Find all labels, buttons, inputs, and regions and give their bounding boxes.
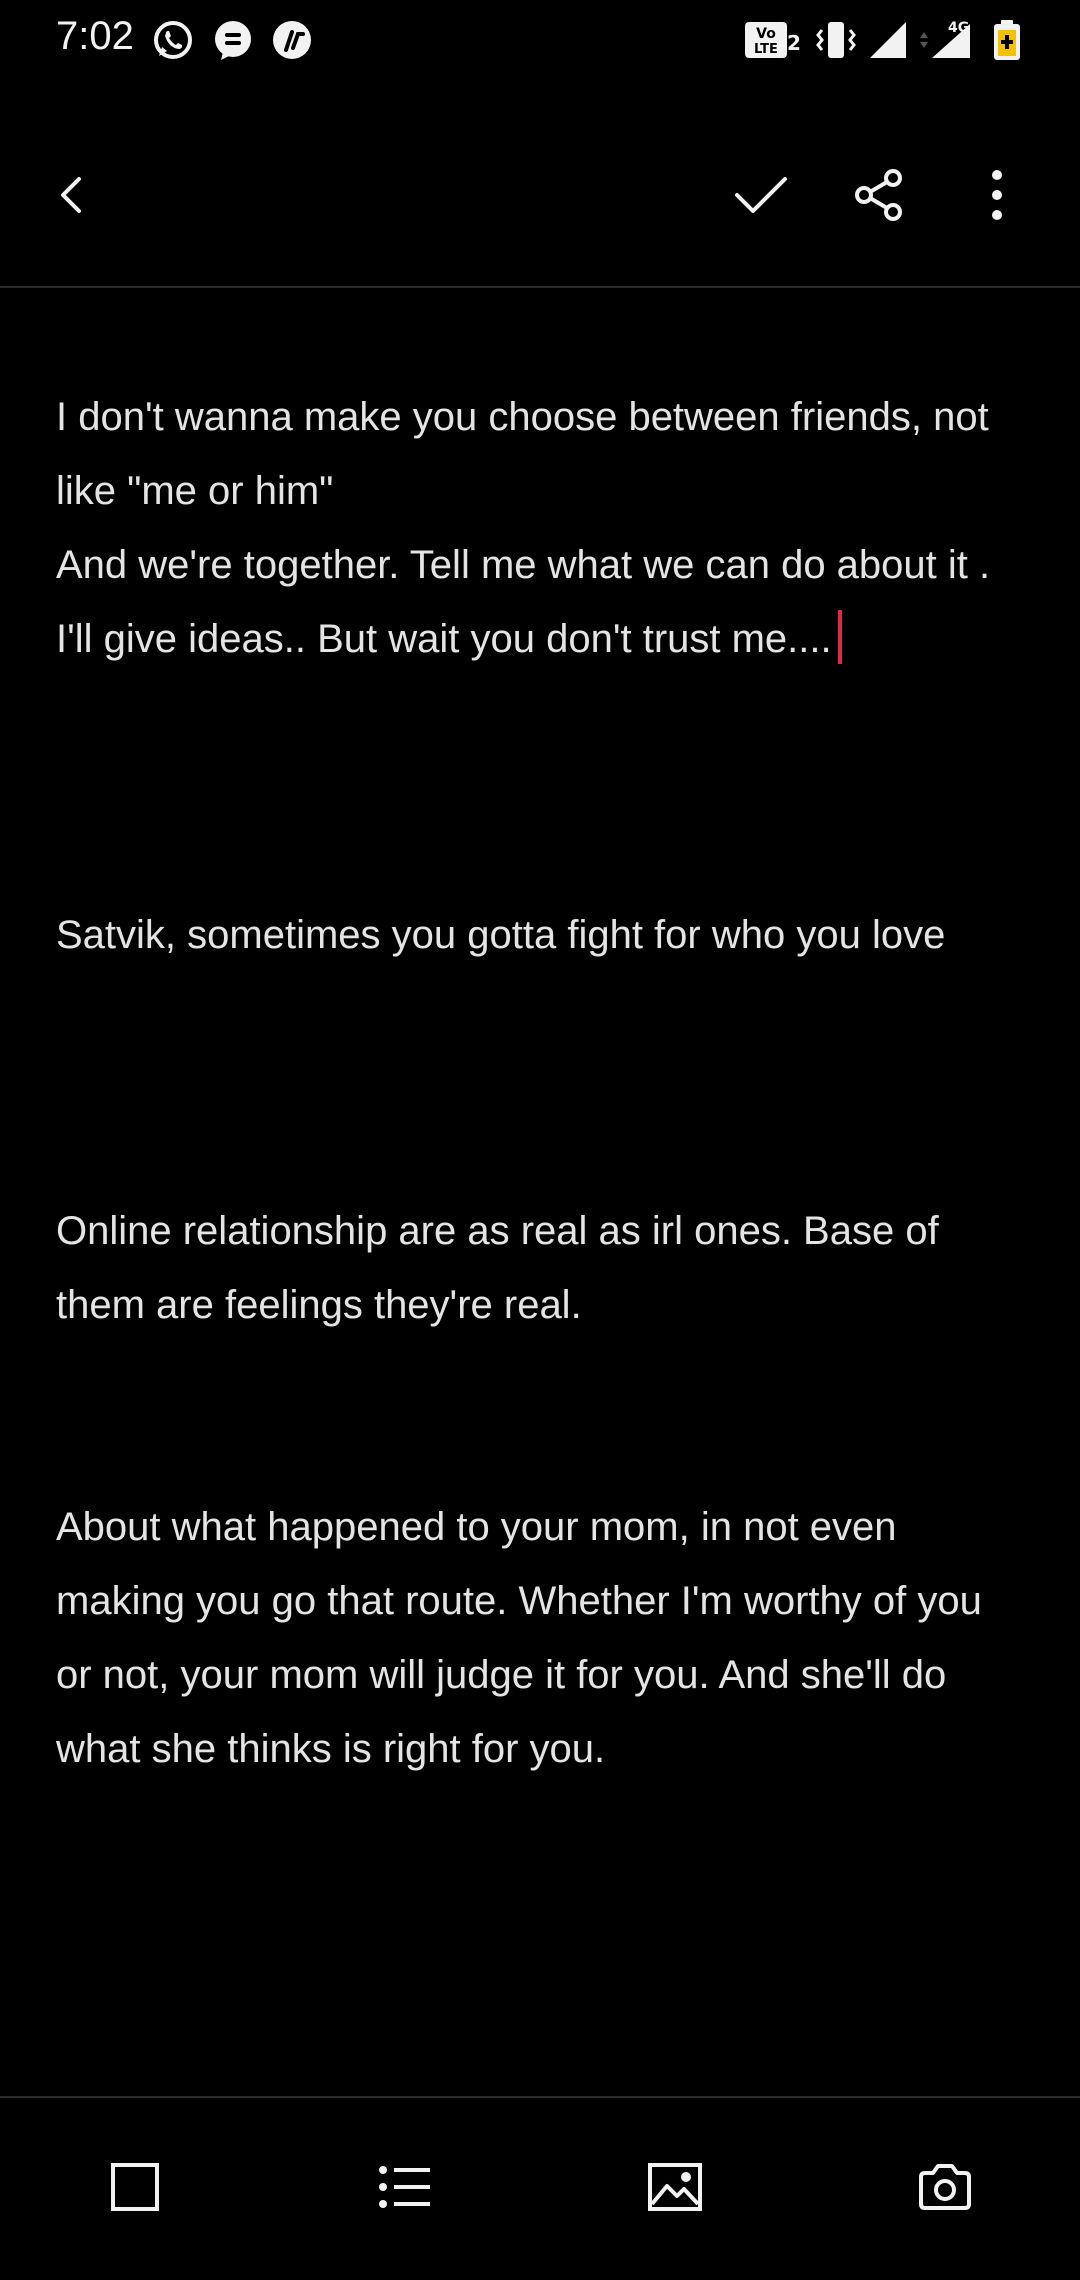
note-paragraph[interactable]: Online relationship are as real as irl o…: [56, 1194, 1024, 1342]
bulleted-list-icon: [379, 2166, 430, 2208]
note-paragraph[interactable]: I don't wanna make you choose between fr…: [56, 380, 1024, 676]
message-icon: [215, 21, 251, 60]
volte-icon: Vo LTE 2: [745, 22, 800, 58]
share-button[interactable]: [834, 150, 924, 240]
svg-text:Vo: Vo: [756, 26, 776, 42]
back-arrow-icon: [61, 177, 81, 213]
text-cursor: [837, 610, 842, 664]
top-toolbar: [0, 110, 1080, 280]
done-button[interactable]: [716, 150, 806, 240]
share-icon: [855, 169, 902, 221]
status-time: 7:02: [56, 14, 134, 58]
back-button[interactable]: [28, 150, 118, 240]
note-paragraph-text: I don't wanna make you choose between fr…: [56, 395, 991, 661]
camera-button[interactable]: [900, 2142, 990, 2232]
blank-lines: [56, 972, 1024, 1194]
blank-lines: [56, 1342, 1024, 1490]
bottom-toolbar: [0, 2098, 1080, 2280]
whatsapp-icon: [154, 21, 192, 59]
toolbar-divider: [0, 286, 1080, 288]
check-icon: [735, 177, 787, 213]
svg-text:2: 2: [787, 31, 800, 55]
checkbox-icon: [111, 2163, 159, 2211]
battery-icon: [994, 20, 1020, 60]
signal-4g-icon: 4G: [920, 20, 970, 58]
image-icon: [648, 2163, 702, 2211]
camera-icon: [919, 2164, 971, 2210]
status-bar: 7:02 Vo LTE 2 4G: [0, 0, 1080, 80]
more-vert-icon: [992, 170, 1002, 220]
note-paragraph[interactable]: About what happened to your mom, in not …: [56, 1490, 1024, 1786]
insert-image-button[interactable]: [630, 2142, 720, 2232]
svg-text:LTE: LTE: [754, 42, 778, 57]
more-options-button[interactable]: [952, 150, 1042, 240]
svg-text:4G: 4G: [948, 20, 969, 36]
checkbox-button[interactable]: [90, 2142, 180, 2232]
vibrate-icon: [816, 22, 856, 58]
blank-lines: [56, 676, 1024, 898]
note-paragraph[interactable]: Satvik, sometimes you gotta fight for wh…: [56, 898, 1024, 972]
note-editor[interactable]: I don't wanna make you choose between fr…: [56, 380, 1024, 2080]
signal-icon: [870, 22, 906, 58]
bulleted-list-button[interactable]: [360, 2142, 450, 2232]
app-icon: [273, 21, 311, 59]
